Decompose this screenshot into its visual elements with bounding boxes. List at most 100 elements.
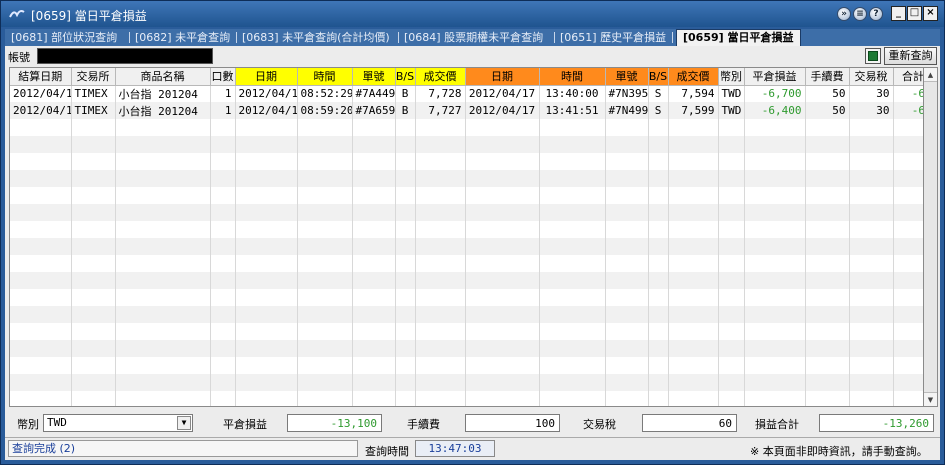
total-sum-label: 損益合計 bbox=[755, 418, 799, 431]
table-row[interactable]: 2012/04/17TIMEX小台指 20120412012/04/1708:5… bbox=[10, 102, 923, 119]
col-header-close-date[interactable]: 日期 bbox=[465, 68, 540, 86]
tab-0684[interactable]: [0684] 股票期權未平倉查詢 bbox=[400, 30, 547, 46]
table-cell bbox=[71, 153, 116, 170]
col-header-open-date[interactable]: 日期 bbox=[235, 68, 298, 86]
table-cell bbox=[71, 170, 116, 187]
account-field[interactable] bbox=[37, 48, 213, 64]
col-header-pnl[interactable]: 平倉損益 bbox=[744, 68, 806, 86]
scroll-up-icon[interactable]: ▲ bbox=[924, 68, 937, 82]
table-cell bbox=[352, 187, 396, 204]
refresh-button[interactable]: 重新查詢 bbox=[884, 47, 937, 65]
table-cell bbox=[395, 323, 416, 340]
info-icon[interactable]: ≡ bbox=[853, 7, 867, 21]
currency-select[interactable]: TWD ▼ bbox=[43, 414, 193, 432]
table-cell bbox=[718, 136, 745, 153]
scroll-down-icon[interactable]: ▼ bbox=[924, 392, 937, 406]
tab-0683[interactable]: [0683] 未平倉查詢(合計均價) bbox=[238, 30, 394, 46]
col-header-close-time[interactable]: 時間 bbox=[539, 68, 606, 86]
help-icon[interactable]: ? bbox=[869, 7, 883, 21]
table-cell: 2012/04/17 bbox=[235, 85, 298, 102]
table-cell bbox=[539, 391, 606, 406]
table-cell bbox=[648, 391, 669, 406]
tab-0681[interactable]: [0681] 部位狀況查詢 bbox=[7, 30, 121, 46]
table-cell bbox=[668, 306, 719, 323]
table-cell bbox=[210, 306, 236, 323]
table-cell bbox=[395, 391, 416, 406]
currency-label: 幣別 bbox=[17, 418, 39, 431]
content-panel: 帳號 重新查詢 結算日期 交易所 商品名稱 口數 日期 時間 單號 B/S 成交… bbox=[5, 46, 940, 460]
table-cell bbox=[395, 374, 416, 391]
tab-0659[interactable]: [0659] 當日平倉損益 bbox=[676, 29, 801, 46]
table-cell bbox=[235, 374, 298, 391]
empty-row bbox=[10, 340, 923, 357]
table-cell bbox=[849, 221, 894, 238]
table-cell bbox=[718, 204, 745, 221]
table-cell bbox=[10, 391, 72, 406]
table-cell bbox=[415, 221, 466, 238]
table-cell bbox=[648, 374, 669, 391]
title-bar[interactable]: [0659] 當日平倉損益 » ≡ ? _ □ × bbox=[1, 1, 944, 27]
table-cell bbox=[415, 391, 466, 406]
table-cell bbox=[210, 391, 236, 406]
table-cell bbox=[805, 357, 850, 374]
table-cell bbox=[744, 238, 806, 255]
fee-sum-value: 100 bbox=[465, 414, 560, 432]
tab-0651[interactable]: [0651] 歷史平倉損益 bbox=[556, 30, 670, 46]
col-header-open-bs[interactable]: B/S bbox=[395, 68, 416, 86]
empty-row bbox=[10, 170, 923, 187]
table-cell bbox=[10, 357, 72, 374]
table-cell bbox=[71, 204, 116, 221]
col-header-currency[interactable]: 幣別 bbox=[718, 68, 745, 86]
table-cell: S bbox=[648, 85, 669, 102]
chevron-down-icon[interactable]: ▼ bbox=[177, 416, 191, 430]
table-cell bbox=[849, 289, 894, 306]
tab-0682[interactable]: [0682] 未平倉查詢 bbox=[131, 30, 234, 46]
table-cell bbox=[297, 170, 353, 187]
window-title: [0659] 當日平倉損益 bbox=[31, 9, 147, 23]
table-cell bbox=[648, 340, 669, 357]
table-cell bbox=[115, 238, 211, 255]
col-header-open-time[interactable]: 時間 bbox=[297, 68, 353, 86]
table-cell: 08:59:20 bbox=[297, 102, 353, 119]
table-cell bbox=[539, 289, 606, 306]
account-label: 帳號 bbox=[8, 51, 30, 64]
tab-separator bbox=[129, 32, 130, 43]
minimize-icon[interactable]: _ bbox=[891, 6, 906, 21]
table-row[interactable]: 2012/04/17TIMEX小台指 20120412012/04/1708:5… bbox=[10, 85, 923, 102]
settings-icon[interactable]: » bbox=[837, 7, 851, 21]
table-cell bbox=[648, 136, 669, 153]
col-header-settle-date[interactable]: 結算日期 bbox=[10, 68, 72, 86]
table-cell bbox=[648, 272, 669, 289]
col-header-open-order[interactable]: 單號 bbox=[352, 68, 396, 86]
table-cell bbox=[539, 204, 606, 221]
close-icon[interactable]: × bbox=[923, 6, 938, 21]
table-cell bbox=[395, 136, 416, 153]
table-cell bbox=[352, 289, 396, 306]
table-cell bbox=[352, 340, 396, 357]
table-cell bbox=[893, 272, 923, 289]
table-cell bbox=[235, 272, 298, 289]
table-cell bbox=[849, 323, 894, 340]
table-cell bbox=[539, 255, 606, 272]
maximize-icon[interactable]: □ bbox=[907, 6, 922, 21]
col-header-close-bs[interactable]: B/S bbox=[648, 68, 669, 86]
table-cell bbox=[415, 340, 466, 357]
table-cell bbox=[648, 153, 669, 170]
table-cell bbox=[395, 238, 416, 255]
table-cell: 7,728 bbox=[415, 85, 466, 102]
col-header-tax[interactable]: 交易稅 bbox=[849, 68, 894, 86]
export-excel-button[interactable] bbox=[865, 48, 881, 64]
col-header-close-order[interactable]: 單號 bbox=[605, 68, 649, 86]
col-header-fee[interactable]: 手續費 bbox=[805, 68, 850, 86]
col-header-close-price[interactable]: 成交價 bbox=[668, 68, 719, 86]
col-header-lots[interactable]: 口數 bbox=[210, 68, 236, 86]
col-header-exchange[interactable]: 交易所 bbox=[71, 68, 116, 86]
table-cell bbox=[297, 306, 353, 323]
col-header-product[interactable]: 商品名稱 bbox=[115, 68, 211, 86]
col-header-total[interactable]: 合計損益 bbox=[893, 68, 923, 86]
table-cell bbox=[115, 374, 211, 391]
vertical-scrollbar[interactable]: ▲ ▼ bbox=[924, 67, 938, 407]
col-header-open-price[interactable]: 成交價 bbox=[415, 68, 466, 86]
table-cell bbox=[648, 289, 669, 306]
grid-header-row: 結算日期 交易所 商品名稱 口數 日期 時間 單號 B/S 成交價 日期 時間 … bbox=[10, 68, 923, 86]
